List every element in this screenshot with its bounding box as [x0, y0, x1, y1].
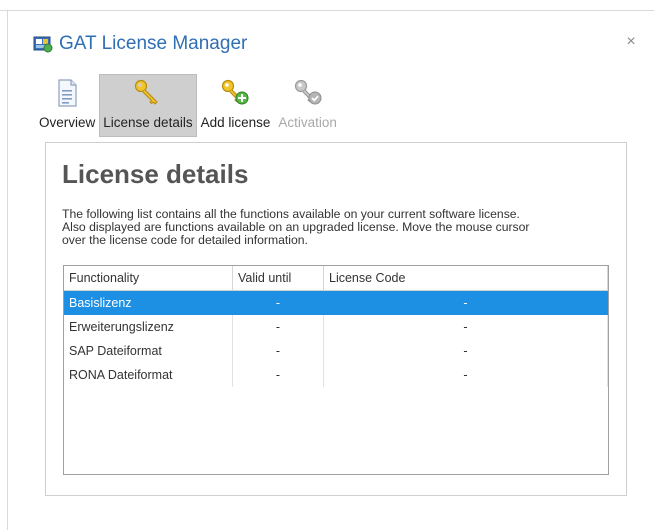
cell-valid-until: -	[233, 315, 324, 339]
toolbar-activation-button[interactable]: Activation	[274, 74, 341, 137]
cell-license-code[interactable]: -	[324, 363, 608, 387]
toolbar-license-details-label: License details	[103, 115, 193, 130]
license-manager-window: GAT License Manager × Overview License d…	[0, 0, 654, 530]
panel-description: The following list contains all the func…	[62, 208, 614, 247]
key-check-icon	[294, 79, 322, 105]
description-line: over the license code for detailed infor…	[62, 233, 308, 247]
close-icon[interactable]: ×	[623, 34, 639, 50]
cell-valid-until: -	[233, 363, 324, 387]
cell-functionality: Basislizenz	[64, 291, 233, 315]
key-icon	[134, 79, 158, 105]
title-bar: GAT License Manager	[33, 31, 247, 57]
toolbar-add-license-button[interactable]: Add license	[197, 74, 275, 137]
app-logo-icon	[33, 36, 53, 53]
cell-functionality: Erweiterungslizenz	[64, 315, 233, 339]
toolbar-overview-label: Overview	[39, 115, 96, 130]
cell-valid-until: -	[233, 291, 324, 315]
table-header: Functionality Valid until License Code	[64, 266, 608, 291]
key-add-icon	[222, 79, 249, 105]
window-top-border	[0, 10, 654, 11]
table-row[interactable]: SAP Dateiformat - -	[64, 339, 608, 363]
toolbar-license-details-button[interactable]: License details	[99, 74, 197, 137]
cell-functionality: RONA Dateiformat	[64, 363, 233, 387]
table-row[interactable]: Erweiterungslizenz - -	[64, 315, 608, 339]
column-header-license-code[interactable]: License Code	[324, 266, 608, 290]
column-header-valid-until[interactable]: Valid until	[233, 266, 324, 290]
cell-valid-until: -	[233, 339, 324, 363]
cell-license-code[interactable]: -	[324, 291, 608, 315]
toolbar-activation-label: Activation	[278, 115, 337, 130]
cell-license-code[interactable]: -	[324, 315, 608, 339]
table-row[interactable]: RONA Dateiformat - -	[64, 363, 608, 387]
cell-functionality: SAP Dateiformat	[64, 339, 233, 363]
license-table[interactable]: Functionality Valid until License Code B…	[63, 265, 609, 475]
toolbar: Overview License details Add license Act…	[35, 74, 341, 140]
license-details-panel: License details The following list conta…	[45, 142, 627, 496]
window-left-border	[7, 10, 8, 530]
document-icon	[58, 79, 77, 107]
window-title: GAT License Manager	[59, 33, 248, 54]
cell-license-code[interactable]: -	[324, 339, 608, 363]
column-header-functionality[interactable]: Functionality	[64, 266, 233, 290]
table-row[interactable]: Basislizenz - -	[64, 291, 608, 315]
panel-title: License details	[62, 159, 249, 189]
toolbar-add-license-label: Add license	[200, 115, 271, 130]
toolbar-overview-button[interactable]: Overview	[35, 74, 99, 137]
